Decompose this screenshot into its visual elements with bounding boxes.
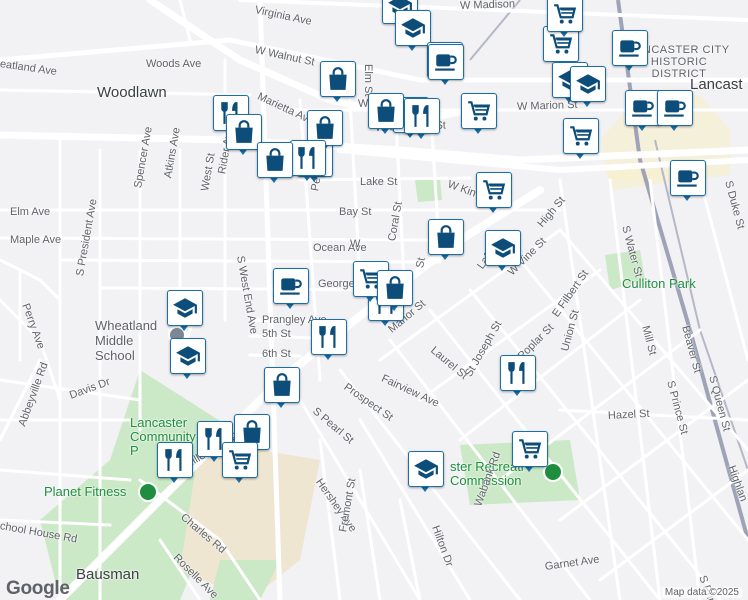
cafe-marker[interactable]: [670, 160, 706, 202]
school-marker[interactable]: [170, 338, 206, 380]
cafe-marker[interactable]: [612, 30, 648, 72]
school-marker[interactable]: [395, 10, 431, 52]
restaurant-marker[interactable]: [404, 98, 440, 140]
restaurant-icon: [404, 98, 440, 134]
shopping-icon: [368, 93, 404, 129]
street-label: 6th St: [262, 348, 291, 360]
grocery-marker[interactable]: [563, 118, 599, 160]
restaurant-marker[interactable]: [157, 442, 193, 484]
shopping-marker[interactable]: [257, 142, 293, 184]
area-label-woodlawn: Woodlawn: [97, 84, 167, 101]
grocery-icon: [461, 93, 497, 129]
school-marker[interactable]: [570, 66, 606, 108]
shopping-icon: [257, 142, 293, 178]
cafe-marker[interactable]: [657, 90, 693, 132]
shopping-marker[interactable]: [428, 219, 464, 261]
cafe-marker[interactable]: [273, 268, 309, 310]
street-label: Lake St: [360, 176, 398, 188]
poi-label-planet-fitness: Planet Fitness: [44, 484, 127, 499]
grocery-marker[interactable]: [547, 0, 583, 38]
shopping-marker[interactable]: [377, 270, 413, 312]
street-label: Woods Ave: [146, 58, 202, 70]
cafe-icon: [670, 160, 706, 196]
cafe-marker[interactable]: [428, 44, 464, 86]
street-label: George: [318, 278, 355, 290]
grocery-marker[interactable]: [222, 442, 258, 484]
shopping-marker[interactable]: [368, 93, 404, 135]
grocery-icon: [512, 431, 548, 467]
area-label-lancaster: Lancast: [690, 76, 743, 93]
grocery-marker[interactable]: [461, 93, 497, 135]
restaurant-marker[interactable]: [290, 140, 326, 182]
grocery-marker[interactable]: [512, 431, 548, 473]
map-attribution: Map data ©2025: [661, 587, 742, 598]
school-icon: [408, 451, 444, 487]
street-label: 5th St: [262, 328, 291, 340]
cafe-icon: [428, 44, 464, 80]
area-label-bausman: Bausman: [76, 566, 140, 583]
cafe-icon: [273, 268, 309, 304]
grocery-marker[interactable]: [476, 172, 512, 214]
restaurant-icon: [157, 442, 193, 478]
street-label: Elm Ave: [10, 206, 51, 218]
street-label: St: [414, 256, 428, 270]
restaurant-icon: [311, 319, 347, 355]
shopping-icon: [377, 270, 413, 306]
restaurant-marker[interactable]: [500, 355, 536, 397]
cafe-marker[interactable]: [625, 90, 661, 132]
grocery-icon: [547, 0, 583, 32]
restaurant-icon: [290, 140, 326, 176]
grocery-icon: [563, 118, 599, 154]
poi-label-wheatland: Wheatland Middle School: [95, 318, 158, 363]
street-label: Elm St: [362, 64, 374, 97]
street-label: Hazel St: [607, 407, 650, 422]
school-icon: [170, 338, 206, 374]
street-label: Bay St: [339, 206, 372, 218]
grocery-icon: [476, 172, 512, 208]
planet-fitness-marker[interactable]: [138, 482, 158, 502]
map-canvas[interactable]: Woodlawn Bausman LANCASTER CITY HISTORIC…: [0, 0, 748, 600]
small-park-area: [415, 178, 442, 202]
school-icon: [167, 290, 203, 326]
restaurant-marker[interactable]: [311, 319, 347, 361]
cafe-icon: [657, 90, 693, 126]
shopping-marker[interactable]: [264, 367, 300, 409]
grocery-icon: [222, 442, 258, 478]
school-icon: [485, 230, 521, 266]
school-icon: [395, 10, 431, 46]
shopping-icon: [320, 61, 356, 97]
shopping-icon: [428, 219, 464, 255]
street-label: W Madison: [459, 0, 516, 12]
shopping-icon: [264, 367, 300, 403]
school-marker[interactable]: [408, 451, 444, 493]
street-label: Maple Ave: [10, 234, 62, 246]
cafe-icon: [612, 30, 648, 66]
shopping-marker[interactable]: [320, 61, 356, 103]
google-logo: Google: [6, 578, 70, 599]
cafe-icon: [625, 90, 661, 126]
street-label: W: [350, 238, 361, 250]
school-marker[interactable]: [167, 290, 203, 332]
restaurant-icon: [500, 355, 536, 391]
school-marker[interactable]: [485, 230, 521, 272]
school-icon: [570, 66, 606, 102]
